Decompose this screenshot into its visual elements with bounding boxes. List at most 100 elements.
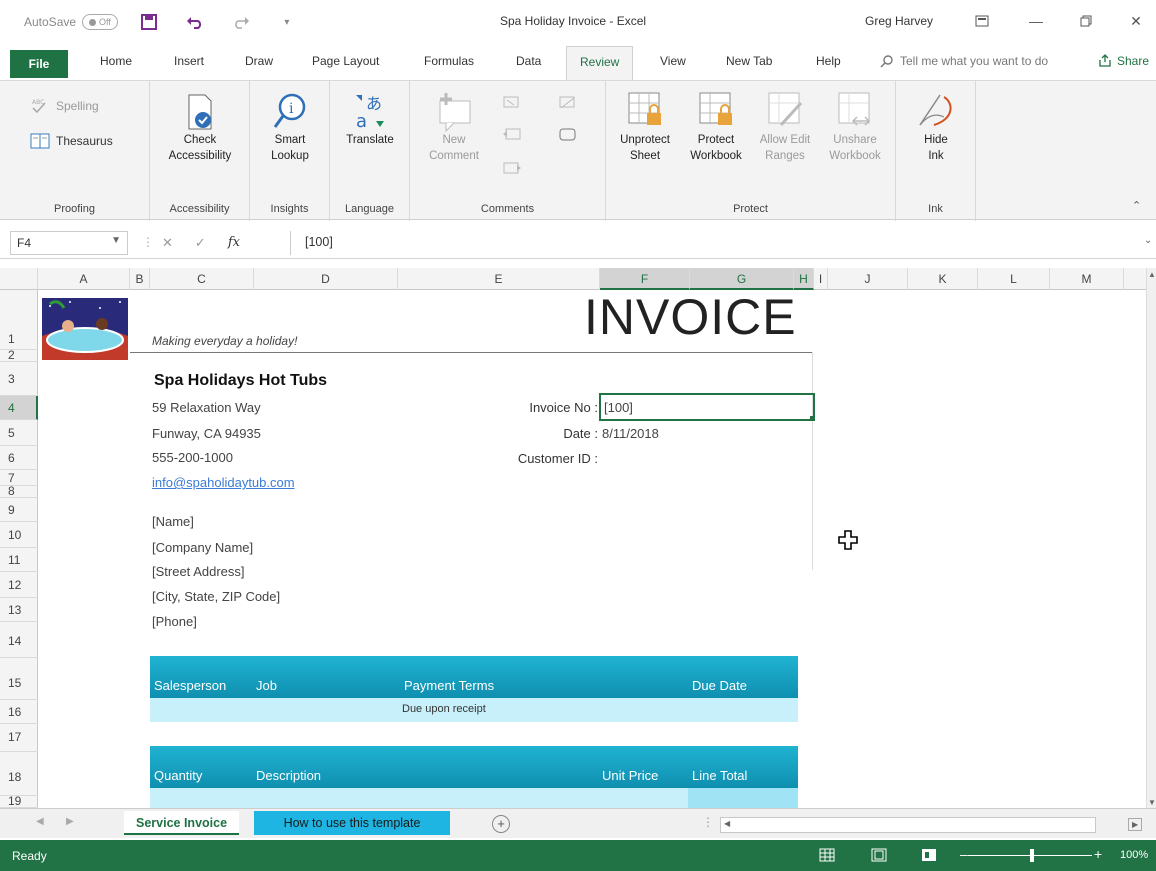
worksheet-grid[interactable]: INVOICE Making everyday a holiday! Spa H…	[38, 290, 1146, 808]
share-button[interactable]: Share	[1098, 54, 1149, 68]
column-header-a[interactable]: A	[38, 268, 130, 290]
column-header-m[interactable]: M	[1050, 268, 1124, 290]
customize-toolbar-icon[interactable]: ▾	[272, 10, 302, 34]
column-header-k[interactable]: K	[908, 268, 978, 290]
zoom-out-icon[interactable]: –	[960, 846, 968, 862]
row-header-17[interactable]: 17	[0, 724, 38, 752]
invoice-no-cell[interactable]: [100]	[599, 393, 815, 421]
row-header-6[interactable]: 6	[0, 446, 38, 470]
row-header-15[interactable]: 15	[0, 658, 38, 700]
check-accessibility-button[interactable]: Check Accessibility	[158, 93, 242, 164]
previous-comment-icon[interactable]	[502, 127, 522, 146]
unshare-workbook-button[interactable]: Unshare Workbook	[820, 89, 890, 164]
column-header-l[interactable]: L	[978, 268, 1050, 290]
company-email-link[interactable]: info@spaholidaytub.com	[152, 475, 295, 490]
tab-help[interactable]: Help	[816, 54, 841, 68]
collapse-ribbon-icon[interactable]: ⌃	[1132, 199, 1141, 212]
row-header-1[interactable]: 1	[0, 290, 38, 350]
restore-icon[interactable]	[1066, 8, 1106, 34]
new-comment-button[interactable]: New Comment	[418, 91, 490, 164]
minimize-icon[interactable]: —	[1016, 8, 1056, 34]
tab-data[interactable]: Data	[516, 54, 541, 68]
formula-input[interactable]: [100]	[290, 231, 1150, 255]
show-hide-comment-icon[interactable]	[558, 95, 578, 114]
vertical-scrollbar[interactable]: ▲ ▼	[1146, 268, 1156, 808]
hide-ink-button[interactable]: Hide Ink	[902, 89, 970, 164]
undo-icon[interactable]	[180, 10, 210, 34]
show-all-comments-icon[interactable]	[558, 127, 578, 146]
tab-split-handle-icon[interactable]: ⋮	[702, 815, 714, 829]
redo-icon[interactable]	[226, 10, 256, 34]
tab-formulas[interactable]: Formulas	[424, 54, 474, 68]
tab-new-tab[interactable]: New Tab	[726, 54, 772, 68]
column-header-d[interactable]: D	[254, 268, 398, 290]
sheet-tab-service-invoice[interactable]: Service Invoice	[124, 811, 240, 835]
protect-workbook-button[interactable]: Protect Workbook	[680, 89, 752, 164]
zoom-slider-thumb[interactable]	[1030, 849, 1034, 862]
job-details-row[interactable]: Due upon receipt	[150, 698, 798, 722]
normal-view-icon[interactable]	[816, 846, 838, 864]
column-header-i[interactable]: I	[814, 268, 828, 290]
tab-view[interactable]: View	[660, 54, 686, 68]
tab-home[interactable]: Home	[100, 54, 132, 68]
unprotect-sheet-button[interactable]: Unprotect Sheet	[610, 89, 680, 164]
allow-edit-ranges-button[interactable]: Allow Edit Ranges	[750, 89, 820, 164]
row-header-4[interactable]: 4	[0, 396, 38, 420]
spelling-button[interactable]: ABC Spelling	[30, 97, 99, 115]
tab-insert[interactable]: Insert	[174, 54, 204, 68]
enter-icon[interactable]: ✓	[195, 235, 206, 251]
line-total-cell[interactable]	[688, 788, 798, 808]
column-header-j[interactable]: J	[828, 268, 908, 290]
column-header-e[interactable]: E	[398, 268, 600, 290]
row-header-2[interactable]: 2	[0, 349, 38, 362]
delete-comment-icon[interactable]	[502, 95, 522, 114]
chevron-down-icon[interactable]: ▼	[111, 235, 121, 246]
next-comment-icon[interactable]	[502, 161, 522, 180]
row-header-16[interactable]: 16	[0, 700, 38, 724]
sheet-tab-how-to-use[interactable]: How to use this template	[254, 811, 450, 835]
row-header-18[interactable]: 18	[0, 752, 38, 796]
translate-button[interactable]: あa Translate	[336, 91, 404, 149]
row-header-14[interactable]: 14	[0, 622, 38, 658]
name-box[interactable]: F4 ▼	[10, 231, 128, 255]
line-item-row[interactable]	[150, 788, 798, 808]
scroll-up-icon[interactable]: ▲	[1148, 270, 1156, 279]
row-header-9[interactable]: 9	[0, 498, 38, 522]
column-header-c[interactable]: C	[150, 268, 254, 290]
tab-page-layout[interactable]: Page Layout	[312, 54, 379, 68]
row-header-11[interactable]: 11	[0, 548, 38, 572]
column-header-f[interactable]: F	[600, 268, 690, 290]
fill-handle[interactable]	[810, 416, 815, 421]
new-sheet-icon[interactable]: +	[492, 815, 510, 833]
row-header-8[interactable]: 8	[0, 485, 38, 498]
zoom-level[interactable]: 100%	[1120, 849, 1148, 861]
horizontal-scrollbar[interactable]: ◀	[720, 817, 1096, 833]
page-break-preview-icon[interactable]	[918, 846, 940, 864]
scroll-down-icon[interactable]: ▼	[1148, 798, 1156, 807]
tell-me-box[interactable]: Tell me what you want to do	[880, 54, 1048, 68]
column-header-g[interactable]: G	[690, 268, 794, 290]
tab-draw[interactable]: Draw	[245, 54, 273, 68]
row-header-5[interactable]: 5	[0, 420, 38, 446]
scroll-right-icon[interactable]: ▶	[1128, 818, 1143, 831]
autosave-toggle[interactable]: Off	[82, 14, 118, 30]
zoom-in-icon[interactable]: +	[1094, 846, 1102, 862]
row-header-3[interactable]: 3	[0, 362, 38, 396]
scroll-left-icon[interactable]: ◀	[724, 819, 730, 828]
tab-file[interactable]: File	[10, 50, 68, 78]
tab-review[interactable]: Review	[566, 46, 634, 80]
invoice-date[interactable]: 8/11/2018	[602, 426, 659, 441]
expand-formula-bar-icon[interactable]: ⌄	[1144, 235, 1152, 246]
column-header-b[interactable]: B	[130, 268, 150, 290]
row-header-13[interactable]: 13	[0, 598, 38, 622]
row-header-10[interactable]: 10	[0, 522, 38, 548]
prev-sheet-icon[interactable]: ◀	[36, 816, 44, 827]
save-icon[interactable]	[134, 10, 164, 34]
select-all-corner[interactable]	[0, 268, 38, 290]
page-layout-view-icon[interactable]	[868, 846, 890, 864]
cancel-icon[interactable]: ✕	[162, 235, 173, 251]
insert-function-icon[interactable]: fx	[228, 235, 240, 251]
thesaurus-button[interactable]: Thesaurus	[30, 133, 113, 149]
next-sheet-icon[interactable]: ▶	[66, 816, 74, 827]
row-header-19[interactable]: 19	[0, 795, 38, 808]
